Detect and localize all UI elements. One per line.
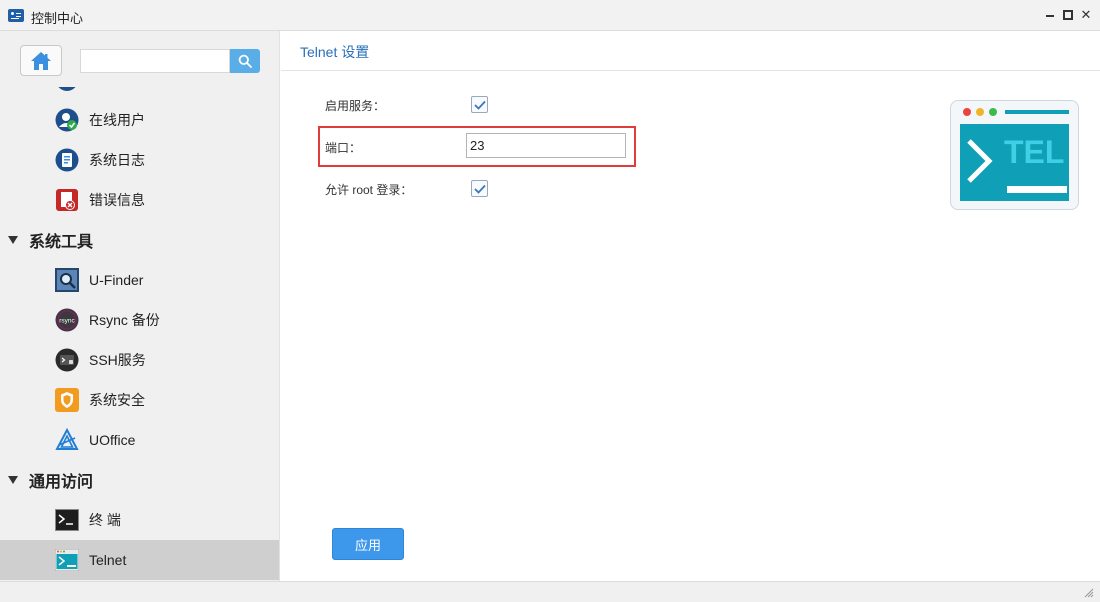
illustration-text: TEL: [1004, 134, 1064, 170]
telnet-illustration-icon: TEL: [950, 100, 1079, 210]
sidebar-item-u-finder[interactable]: U-Finder: [0, 260, 279, 300]
collapse-triangle-icon: [8, 476, 18, 484]
sidebar-item-online-users[interactable]: 在线用户: [0, 100, 279, 140]
home-icon: [31, 51, 51, 70]
sidebar-group-general-access[interactable]: 通用访问: [0, 460, 279, 500]
sidebar-nav[interactable]: 在线用户 系统日志 错误信息 系统工具 U-Finder rsync Rsync…: [0, 87, 279, 581]
close-button[interactable]: ✕: [1078, 7, 1094, 23]
collapse-triangle-icon: [8, 236, 18, 244]
title-bar: 控制中心 ✕: [0, 0, 1100, 31]
checkmark-icon: [473, 100, 486, 110]
sidebar-item-label: 系统日志: [89, 152, 145, 168]
minimize-button[interactable]: [1042, 7, 1058, 23]
sidebar-item-label: Rsync 备份: [89, 312, 160, 328]
svg-text:rsync: rsync: [59, 318, 75, 325]
sidebar-item-label: 系统安全: [89, 392, 145, 408]
sidebar-item-label: 终 端: [89, 512, 121, 528]
sidebar-item-terminal[interactable]: 终 端: [0, 500, 279, 540]
apply-button[interactable]: 应用: [332, 528, 404, 560]
panel-header: Telnet 设置: [281, 31, 1100, 71]
port-row: 端口：: [325, 132, 361, 162]
rsync-icon: rsync: [54, 307, 80, 333]
port-input[interactable]: [466, 133, 626, 158]
sidebar: 在线用户 系统日志 错误信息 系统工具 U-Finder rsync Rsync…: [0, 31, 280, 581]
sidebar-group-label: 通用访问: [29, 472, 94, 491]
maximize-button[interactable]: [1060, 7, 1076, 23]
search-icon: [238, 54, 252, 68]
sidebar-item-label: 在线用户: [89, 112, 145, 128]
terminal-icon: [54, 507, 80, 533]
allow-root-checkbox[interactable]: [471, 180, 488, 197]
sidebar-item-label: UOffice: [89, 432, 136, 448]
sidebar-item-rsync[interactable]: rsync Rsync 备份: [0, 300, 279, 340]
window-title: 控制中心: [31, 12, 84, 27]
status-bar: [0, 581, 1100, 602]
user-partial-icon: [54, 87, 80, 93]
resize-grip-icon[interactable]: [1084, 588, 1094, 598]
system-log-icon: [54, 147, 80, 173]
sidebar-item-error-info[interactable]: 错误信息: [0, 180, 279, 220]
main-panel: Telnet 设置 启用服务： 端口： 允许 root 登录： TEL 应用: [281, 31, 1100, 581]
online-user-icon: [54, 107, 80, 133]
ssh-icon: [54, 347, 80, 373]
error-info-icon: [54, 187, 80, 213]
home-button[interactable]: [20, 45, 62, 76]
enable-service-checkbox[interactable]: [471, 96, 488, 113]
sidebar-item-telnet[interactable]: Telnet: [0, 540, 279, 580]
sidebar-item-uoffice[interactable]: UOffice: [0, 420, 279, 460]
sidebar-item-label: U-Finder: [89, 272, 144, 288]
sidebar-item-label: Telnet: [89, 552, 127, 568]
control-center-icon: [8, 9, 24, 22]
search-button[interactable]: [230, 49, 260, 73]
sidebar-item-label: SSH服务: [89, 352, 146, 368]
allow-root-row: 允许 root 登录：: [325, 174, 412, 204]
telnet-icon: [54, 547, 80, 573]
allow-root-label: 允许 root 登录：: [325, 182, 413, 197]
search-input[interactable]: [80, 49, 230, 73]
checkmark-icon: [473, 184, 486, 194]
port-label: 端口：: [325, 140, 362, 155]
sidebar-item-user[interactable]: [0, 87, 279, 100]
sidebar-group-label: 系统工具: [29, 232, 94, 251]
sidebar-item-system-log[interactable]: 系统日志: [0, 140, 279, 180]
sidebar-group-system-tools[interactable]: 系统工具: [0, 220, 279, 260]
sidebar-item-label: 错误信息: [89, 192, 145, 208]
enable-service-label: 启用服务：: [325, 98, 386, 113]
sidebar-item-system-security[interactable]: 系统安全: [0, 380, 279, 420]
uoffice-icon: [54, 427, 80, 453]
sidebar-item-ssh[interactable]: SSH服务: [0, 340, 279, 380]
u-finder-icon: [54, 267, 80, 293]
shield-icon: [54, 387, 80, 413]
enable-service-row: 启用服务：: [325, 90, 385, 120]
page-title: Telnet 设置: [300, 44, 370, 60]
